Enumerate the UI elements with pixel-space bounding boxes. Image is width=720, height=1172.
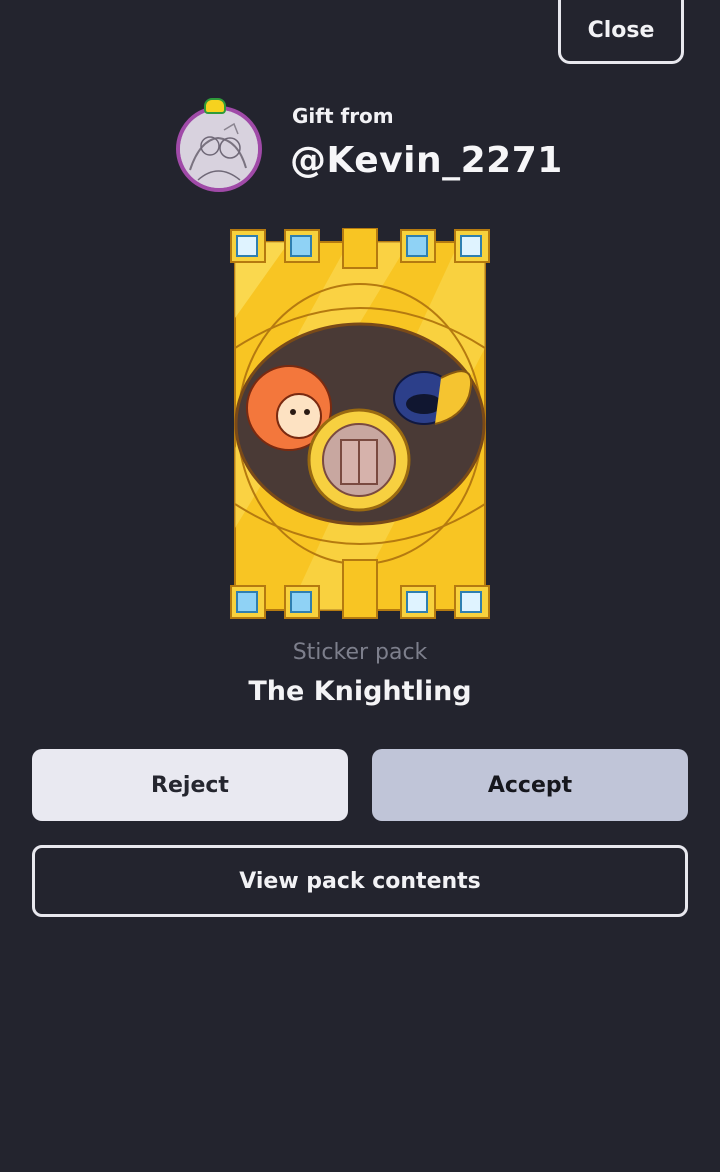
accept-button[interactable]: Accept [372,749,688,821]
gift-from-label: Gift from [292,104,394,128]
reject-button[interactable]: Reject [32,749,348,821]
gift-sender-username: @Kevin_2271 [290,140,563,181]
avatar [176,106,262,192]
gift-screen: Close Gift from @Kevin_2271 Sticker pack… [0,0,720,1172]
avatar-sketch-image [180,110,258,188]
pack-name-title: The Knightling [248,676,472,707]
sticker-pack-cover-image [230,228,490,619]
avatar-frog-badge-icon [204,98,226,114]
view-pack-contents-button[interactable]: View pack contents [32,845,688,917]
pack-type-label: Sticker pack [292,640,428,665]
close-button[interactable]: Close [558,0,684,64]
